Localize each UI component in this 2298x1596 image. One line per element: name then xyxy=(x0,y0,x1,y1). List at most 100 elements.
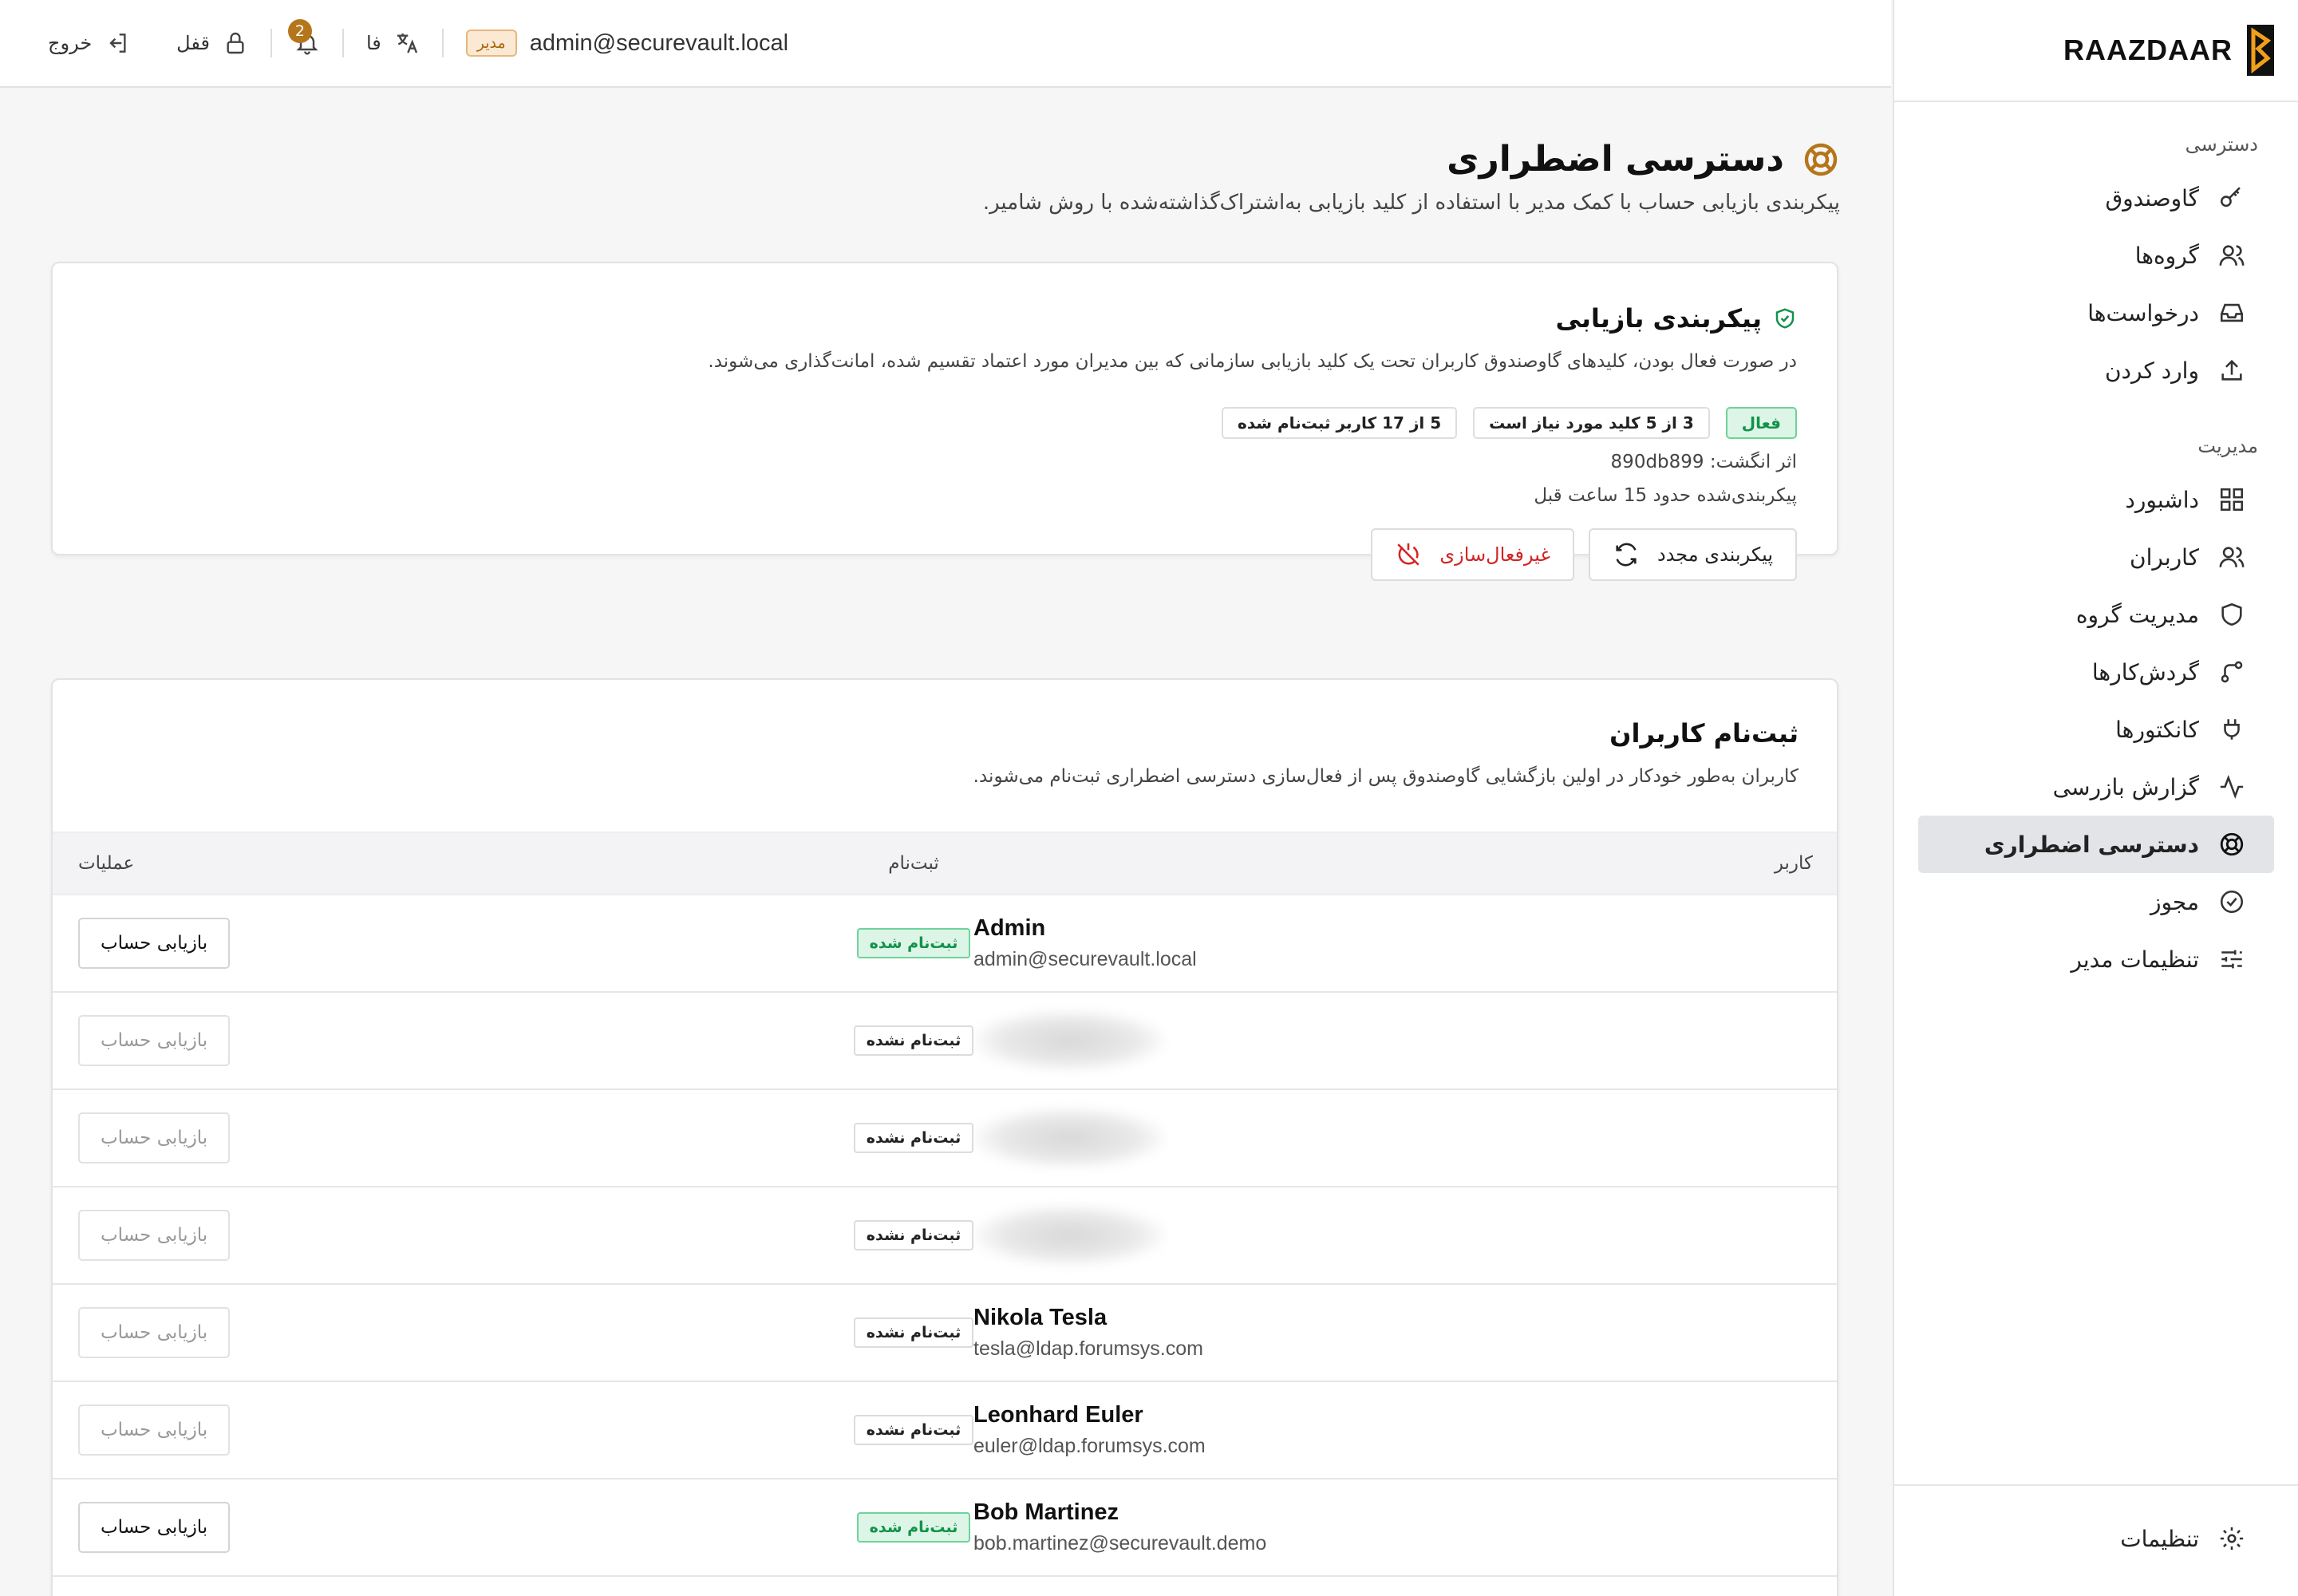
sidebar-item-dashboard[interactable]: داشبورد xyxy=(1918,471,2274,528)
table-row: Nikola Tesla tesla@ldap.forumsys.com ثبت… xyxy=(53,1285,1837,1382)
recovery-actions: پیکربندی مجدد غیرفعال‌سازی xyxy=(93,528,1797,581)
lock-button[interactable]: قفل xyxy=(176,30,248,56)
user-name: Admin xyxy=(973,915,1046,941)
top-bar: خروج قفل 2 فا مدیر admin@securevault.loc… xyxy=(0,0,1891,88)
table-row: ثبت‌نام نشده بازیابی حساب xyxy=(53,993,1837,1090)
sidebar-item-admin-settings[interactable]: تنظیمات مدیر xyxy=(1918,930,2274,988)
actions-cell: بازیابی حساب xyxy=(53,1015,319,1066)
enrollment-cell: ثبت‌نام نشده xyxy=(319,1317,974,1348)
sidebar-item-workflows[interactable]: گردش‌کارها xyxy=(1918,643,2274,701)
table-row: Bob Martinez bob.martinez@securevault.de… xyxy=(53,1479,1837,1577)
sidebar-item-audit-log[interactable]: گزارش بازرسی xyxy=(1918,758,2274,816)
upload-icon xyxy=(2221,359,2242,381)
sidebar-item-label: داشبورد xyxy=(2125,486,2199,513)
language-switcher[interactable]: فا xyxy=(366,30,420,56)
dashboard-icon xyxy=(2220,488,2244,512)
user-name: Nikola Tesla xyxy=(973,1305,1108,1330)
reconfigure-button[interactable]: پیکربندی مجدد xyxy=(1589,528,1797,581)
divider xyxy=(441,29,444,57)
recover-account-button[interactable]: بازیابی حساب xyxy=(78,918,231,969)
enrollment-cell: ثبت‌نام نشده xyxy=(319,1415,974,1445)
logout-button[interactable]: خروج xyxy=(48,30,130,56)
disable-label: غیرفعال‌سازی xyxy=(1439,543,1551,566)
column-header-actions: عملیات xyxy=(78,853,135,874)
sidebar-item-label: کانکتورها xyxy=(2115,716,2199,743)
users-enrolled-badge: 5 از 17 کاربر ثبت‌نام شده xyxy=(1222,407,1458,439)
actions-cell: بازیابی حساب xyxy=(53,1307,319,1358)
user-cell xyxy=(973,1205,1837,1266)
actions-cell: بازیابی حساب xyxy=(53,1112,319,1163)
workflow-icon xyxy=(2221,661,2243,683)
fingerprint-text: اثر انگشت: 890db899 xyxy=(1610,452,1797,472)
main-content: دسترسی اضطراری پیکربندی بازیابی حساب با … xyxy=(0,88,1891,1596)
user-email[interactable]: admin@securevault.local xyxy=(530,30,788,57)
lock-label: قفل xyxy=(176,32,210,54)
user-enrollment-title: ثبت‌نام کاربران xyxy=(1609,718,1799,749)
actions-cell: بازیابی حساب xyxy=(53,1210,319,1261)
table-header: کاربر ثبت‌نام عملیات xyxy=(53,832,1837,895)
recover-account-button[interactable]: بازیابی حساب xyxy=(78,1112,231,1163)
divider xyxy=(342,29,344,57)
sidebar-footer: تنظیمات xyxy=(1894,1484,2298,1596)
recover-account-button[interactable]: بازیابی حساب xyxy=(78,1307,231,1358)
enrollment-status-badge: ثبت‌نام شده xyxy=(856,928,971,958)
recover-account-button[interactable]: بازیابی حساب xyxy=(78,1404,231,1456)
badge-check-icon xyxy=(2220,890,2244,914)
page-header: دسترسی اضطراری پیکربندی بازیابی حساب با … xyxy=(45,139,1840,215)
recover-account-button[interactable]: بازیابی حساب xyxy=(78,1015,231,1066)
sidebar-item-users[interactable]: کاربران xyxy=(1918,528,2274,586)
page-title: دسترسی اضطراری xyxy=(1447,139,1784,180)
logout-label: خروج xyxy=(48,32,93,54)
recover-account-button[interactable]: بازیابی حساب xyxy=(78,1502,231,1553)
table-row: Leonhard Euler euler@ldap.forumsys.com ث… xyxy=(53,1382,1837,1479)
user-enrollment-card: ثبت‌نام کاربران کاربران به‌طور خودکار در… xyxy=(51,678,1838,1596)
actions-cell: بازیابی حساب xyxy=(53,1502,319,1553)
divider xyxy=(270,29,272,57)
user-cell: Leonhard Euler euler@ldap.forumsys.com xyxy=(973,1402,1837,1458)
users-icon xyxy=(2219,245,2245,266)
activity-icon xyxy=(2220,775,2244,799)
sidebar-item-label: کاربران xyxy=(2130,543,2199,571)
enrollment-status-badge: ثبت‌نام نشده xyxy=(853,1317,974,1348)
logo-icon xyxy=(2247,25,2274,76)
role-badge: مدیر xyxy=(465,30,517,57)
nav-section-admin: مدیریت xyxy=(2197,435,2258,457)
notifications-button[interactable]: 2 xyxy=(287,19,320,56)
redacted-user xyxy=(973,1010,1165,1071)
sidebar-item-license[interactable]: مجوز xyxy=(1918,873,2274,930)
sidebar-item-requests[interactable]: درخواست‌ها xyxy=(1918,284,2274,342)
redacted-user xyxy=(973,1205,1165,1266)
enrollment-cell: ثبت‌نام شده xyxy=(319,928,973,958)
sidebar-item-vault[interactable]: گاوصندوق xyxy=(1918,169,2274,227)
sidebar-item-label: گزارش بازرسی xyxy=(2052,773,2199,800)
recovery-config-description: در صورت فعال بودن، کلیدهای گاوصندوق کارب… xyxy=(708,351,1797,372)
recovery-config-title-row: پیکربندی بازیابی xyxy=(93,303,1797,334)
sidebar-item-group-management[interactable]: مدیریت گروه xyxy=(1918,586,2274,643)
sidebar-item-connectors[interactable]: کانکتورها xyxy=(1918,701,2274,758)
enrollment-status-badge: ثبت‌نام شده xyxy=(856,1512,971,1543)
sidebar: RAAZDAAR دسترسی گاوصندوق گروه‌ها درخواست… xyxy=(1893,0,2298,1596)
table-row: ثبت‌نام نشده بازیابی حساب xyxy=(53,1090,1837,1187)
redacted-user xyxy=(973,1108,1165,1168)
recover-account-button[interactable]: بازیابی حساب xyxy=(78,1210,231,1261)
user-name: Leonhard Euler xyxy=(973,1402,1143,1428)
brand-logo[interactable]: RAAZDAAR xyxy=(1894,0,2298,102)
page-title-row: دسترسی اضطراری xyxy=(45,139,1840,180)
disable-button[interactable]: غیرفعال‌سازی xyxy=(1371,528,1575,581)
sidebar-item-import[interactable]: وارد کردن xyxy=(1918,342,2274,399)
plug-icon xyxy=(2224,719,2240,740)
user-cell: Nikola Tesla tesla@ldap.forumsys.com xyxy=(973,1305,1837,1361)
column-header-enrollment: ثبت‌نام xyxy=(888,853,939,874)
sidebar-item-groups[interactable]: گروه‌ها xyxy=(1918,227,2274,284)
enrollment-status-badge: ثبت‌نام نشده xyxy=(853,1025,974,1056)
refresh-icon xyxy=(1616,543,1637,567)
sidebar-item-settings[interactable]: تنظیمات xyxy=(1918,1510,2274,1567)
brand-name: RAAZDAAR xyxy=(2063,34,2233,66)
logout-icon xyxy=(109,34,126,53)
user-email: bob.martinez@securevault.demo xyxy=(973,1532,1267,1555)
user-enrollment-header: ثبت‌نام کاربران کاربران به‌طور خودکار در… xyxy=(53,680,1837,832)
sidebar-item-label: گروه‌ها xyxy=(2134,242,2199,269)
sidebar-item-emergency-access[interactable]: دسترسی اضطراری xyxy=(1918,816,2274,873)
page-subtitle: پیکربندی بازیابی حساب با کمک مدیر با است… xyxy=(982,191,1840,215)
user-email: euler@ldap.forumsys.com xyxy=(973,1435,1206,1457)
